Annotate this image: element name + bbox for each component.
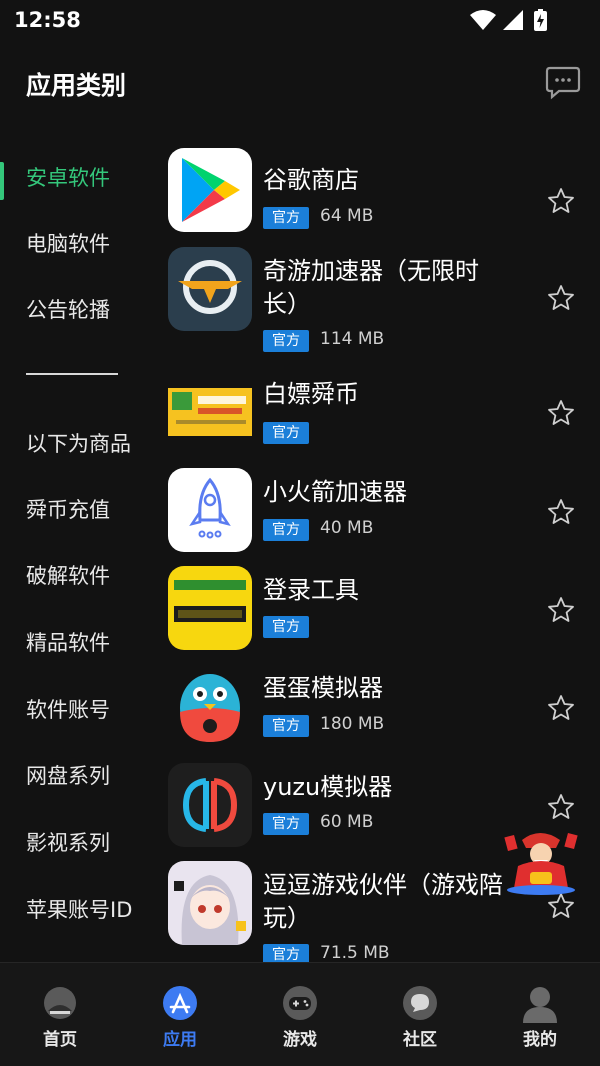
- battery-charging-icon: [534, 9, 547, 31]
- official-badge: 官方: [263, 616, 309, 638]
- sidebar-item-apple-id[interactable]: 苹果账号ID: [0, 880, 160, 930]
- sidebar-item-label: 精品软件: [26, 631, 110, 655]
- app-size: 180 MB: [320, 714, 385, 734]
- app-name: 逗逗游戏伙伴（游戏陪玩）: [263, 871, 503, 932]
- app-size: 64 MB: [320, 206, 374, 226]
- app-name: yuzu模拟器: [263, 773, 393, 801]
- sidebar-item-software-accounts[interactable]: 软件账号: [0, 680, 160, 730]
- sidebar-item-label: 安卓软件: [26, 166, 110, 190]
- sidebar-item-video-series[interactable]: 影视系列: [0, 813, 160, 863]
- google-play-icon: [168, 148, 252, 232]
- status-bar: 12:58: [0, 0, 600, 44]
- nav-tab-profile[interactable]: 我的: [480, 963, 600, 1066]
- wifi-icon: [470, 10, 496, 30]
- list-item[interactable]: 奇游加速器（无限时长） 官方 114 MB: [160, 247, 600, 357]
- sidebar-item-premium-software[interactable]: 精品软件: [0, 613, 160, 663]
- status-time: 12:58: [14, 8, 81, 32]
- sidebar-item-cloud-drive[interactable]: 网盘系列: [0, 746, 160, 796]
- app-name: 蛋蛋模拟器: [263, 674, 383, 702]
- star-icon[interactable]: [546, 398, 576, 428]
- app-name: 白嫖舜币: [263, 380, 359, 408]
- app-size: 114 MB: [320, 329, 385, 349]
- official-badge: 官方: [263, 422, 309, 444]
- list-item[interactable]: 白嫖舜币 官方: [160, 370, 600, 458]
- floating-red-envelope-button[interactable]: [500, 826, 584, 896]
- nav-label: 首页: [43, 1030, 77, 1050]
- egg-emulator-icon: [168, 664, 252, 748]
- profile-icon: [523, 987, 557, 1023]
- nav-label: 游戏: [283, 1030, 317, 1050]
- nav-tab-apps[interactable]: 应用: [120, 963, 240, 1066]
- nav-label: 应用: [163, 1030, 197, 1050]
- qiyou-accelerator-icon: [168, 247, 252, 331]
- yuzu-icon: [168, 763, 252, 847]
- message-button[interactable]: [544, 64, 582, 100]
- nav-label: 我的: [523, 1030, 557, 1050]
- list-item[interactable]: 谷歌商店 官方 64 MB: [160, 148, 600, 238]
- anime-girl-icon: [168, 861, 252, 945]
- star-icon[interactable]: [546, 595, 576, 625]
- sidebar-item-label: 电脑软件: [26, 232, 110, 256]
- list-item[interactable]: 蛋蛋模拟器 官方 180 MB: [160, 664, 600, 754]
- signal-icon: [503, 10, 523, 30]
- sidebar-divider: [26, 373, 118, 375]
- header: 应用类别: [0, 52, 600, 116]
- sidebar-item-pc-software[interactable]: 电脑软件: [0, 214, 160, 264]
- official-badge: 官方: [263, 813, 309, 835]
- nav-tab-games[interactable]: 游戏: [240, 963, 360, 1066]
- community-chat-icon: [403, 986, 437, 1020]
- page-title: 应用类别: [26, 71, 127, 100]
- sidebar-item-label: 公告轮播: [26, 298, 110, 322]
- sidebar-item-label: 以下为商品: [26, 432, 131, 456]
- app-store-icon: [163, 986, 197, 1020]
- app-name: 奇游加速器（无限时长）: [263, 257, 479, 318]
- app-name: 谷歌商店: [263, 166, 359, 194]
- official-badge: 官方: [263, 207, 309, 229]
- official-badge: 官方: [263, 519, 309, 541]
- official-badge: 官方: [263, 944, 309, 962]
- status-icons: [470, 9, 547, 31]
- official-badge: 官方: [263, 330, 309, 352]
- nav-tab-home[interactable]: 首页: [0, 963, 120, 1066]
- sidebar-item-cracked-software[interactable]: 破解软件: [0, 546, 160, 596]
- gamepad-icon: [283, 986, 317, 1020]
- star-icon[interactable]: [546, 693, 576, 723]
- official-badge: 官方: [263, 715, 309, 737]
- promo-banner-icon: [168, 370, 252, 454]
- star-icon[interactable]: [546, 186, 576, 216]
- bottom-nav: 首页 应用 游戏 社区 我的: [0, 962, 600, 1066]
- sidebar-item-label: 破解软件: [26, 564, 110, 588]
- list-item[interactable]: 登录工具 官方: [160, 566, 600, 656]
- home-icon: [44, 987, 76, 1019]
- active-indicator: [0, 162, 4, 200]
- app-size: 71.5 MB: [320, 943, 390, 962]
- category-sidebar: 安卓软件 电脑软件 公告轮播 以下为商品 舜币充值 破解软件 精品软件 软件账号…: [0, 140, 160, 960]
- star-icon[interactable]: [546, 497, 576, 527]
- login-tool-icon: [168, 566, 252, 650]
- sidebar-item-label: 软件账号: [26, 698, 110, 722]
- sidebar-item-label: 网盘系列: [26, 764, 110, 788]
- fortune-god-icon: [504, 832, 578, 895]
- sidebar-item-label: 影视系列: [26, 831, 110, 855]
- sidebar-item-products[interactable]: 以下为商品: [0, 414, 160, 464]
- app-name: 登录工具: [263, 576, 359, 604]
- app-size: 60 MB: [320, 812, 374, 832]
- app-name: 小火箭加速器: [263, 478, 407, 506]
- nav-tab-community[interactable]: 社区: [360, 963, 480, 1066]
- sidebar-item-label: 舜币充值: [26, 498, 110, 522]
- sidebar-item-android-software[interactable]: 安卓软件: [0, 148, 160, 200]
- sidebar-item-announcements[interactable]: 公告轮播: [0, 280, 160, 330]
- sidebar-item-label: 苹果账号ID: [26, 898, 133, 922]
- star-icon[interactable]: [546, 283, 576, 313]
- message-icon: [545, 66, 581, 100]
- sidebar-item-coin-recharge[interactable]: 舜币充值: [0, 480, 160, 530]
- app-size: 40 MB: [320, 518, 374, 538]
- star-icon[interactable]: [546, 792, 576, 822]
- list-item[interactable]: 小火箭加速器 官方 40 MB: [160, 468, 600, 558]
- nav-label: 社区: [403, 1030, 437, 1050]
- rocket-icon: [168, 468, 252, 552]
